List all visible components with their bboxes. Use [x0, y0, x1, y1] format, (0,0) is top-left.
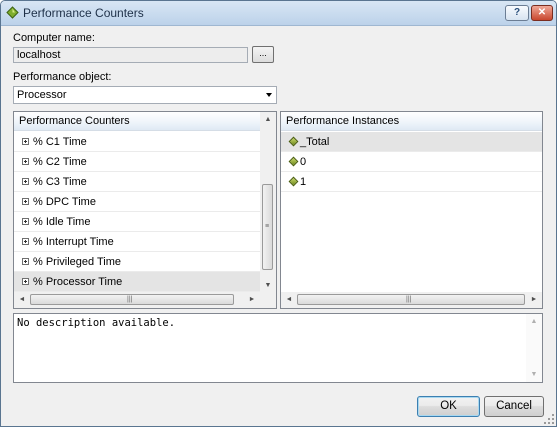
expand-plus-icon[interactable]	[22, 178, 29, 185]
description-text: No description available.	[17, 317, 176, 329]
expand-plus-icon[interactable]	[22, 198, 29, 205]
scroll-right-icon[interactable]: ►	[244, 296, 260, 304]
performance-object-label: Performance object:	[13, 71, 112, 83]
counters-header: Performance Counters	[14, 112, 276, 131]
close-icon: ✕	[537, 7, 547, 18]
counter-item-label: % Idle Time	[33, 216, 91, 228]
counters-horizontal-scrollbar[interactable]: ◄ ||| ►	[14, 292, 260, 308]
help-icon: ?	[513, 7, 521, 18]
title-bar[interactable]: Performance Counters ? ✕	[1, 1, 556, 26]
counter-item[interactable]: % DPC Time	[14, 192, 260, 212]
scroll-up-icon[interactable]: ▲	[526, 318, 542, 326]
counters-rows: % C1 Time % C2 Time % C3 Time % DPC Time % I…	[14, 132, 260, 292]
counter-item[interactable]: % Privileged Time	[14, 252, 260, 272]
computer-name-label: Computer name:	[13, 32, 95, 44]
expand-plus-icon[interactable]	[22, 158, 29, 165]
instances-horizontal-thumb[interactable]: |||	[297, 294, 525, 305]
counters-horizontal-thumb[interactable]: |||	[30, 294, 234, 305]
counter-item-label: % Interrupt Time	[33, 236, 114, 248]
computer-name-field[interactable]: localhost	[13, 47, 248, 63]
instance-item[interactable]: _Total	[281, 132, 542, 152]
expand-plus-icon[interactable]	[22, 218, 29, 225]
ellipsis-icon: ...	[259, 48, 267, 58]
scroll-corner	[260, 292, 276, 308]
scroll-right-icon[interactable]: ►	[526, 296, 542, 304]
counter-item-label: % DPC Time	[33, 196, 96, 208]
scroll-up-icon[interactable]: ▲	[260, 116, 276, 124]
counter-item[interactable]: % Idle Time	[14, 212, 260, 232]
resize-grip-icon[interactable]	[544, 414, 554, 424]
instance-diamond-icon	[288, 176, 299, 187]
grip-icon: ≡	[265, 223, 270, 230]
window-title: Performance Counters	[23, 6, 144, 20]
counter-item[interactable]: % Interrupt Time	[14, 232, 260, 252]
app-icon	[6, 6, 19, 19]
instances-horizontal-scrollbar[interactable]: ◄ ||| ►	[281, 292, 542, 308]
counter-item[interactable]: % C2 Time	[14, 152, 260, 172]
instances-list: Performance Instances _Total 0 1 ◄ ||| ►	[280, 111, 543, 309]
expand-plus-icon[interactable]	[22, 138, 29, 145]
cancel-button[interactable]: Cancel	[484, 396, 544, 417]
scroll-left-icon[interactable]: ◄	[14, 296, 30, 304]
instances-rows: _Total 0 1	[281, 132, 542, 192]
instance-item-label: 0	[300, 156, 307, 168]
grip-icon: |||	[127, 296, 133, 303]
instance-diamond-icon	[288, 156, 299, 167]
expand-plus-icon[interactable]	[22, 278, 29, 285]
counter-item-label: % Processor Time	[33, 276, 123, 288]
chevron-down-icon	[266, 93, 272, 97]
instances-header: Performance Instances	[281, 112, 542, 131]
expand-plus-icon[interactable]	[22, 258, 29, 265]
instance-item[interactable]: 0	[281, 152, 542, 172]
description-box[interactable]: No description available. ▲ ▼	[13, 313, 543, 383]
counter-item-label: % C1 Time	[33, 136, 87, 148]
counters-list: Performance Counters % C1 Time % C2 Time%…	[13, 111, 277, 309]
counter-item[interactable]: % C1 Time	[14, 132, 260, 152]
counter-item[interactable]: % Processor Time	[14, 272, 260, 292]
scroll-left-icon[interactable]: ◄	[281, 296, 297, 304]
expand-plus-icon[interactable]	[22, 238, 29, 245]
counter-item-label: % C2 Time	[33, 156, 87, 168]
grip-icon: |||	[406, 296, 412, 303]
performance-object-select[interactable]: Processor	[13, 86, 277, 104]
ok-button[interactable]: OK	[417, 396, 480, 417]
counter-item[interactable]: % C3 Time	[14, 172, 260, 192]
instance-item-label: 1	[300, 176, 307, 188]
counters-vertical-scrollbar[interactable]: ▲ ≡ ▼	[260, 112, 276, 292]
performance-object-value: Processor	[17, 89, 67, 101]
counters-vertical-thumb[interactable]: ≡	[262, 184, 273, 270]
instance-diamond-icon	[288, 136, 299, 147]
scroll-down-icon[interactable]: ▼	[260, 282, 276, 290]
close-button[interactable]: ✕	[531, 5, 553, 21]
instance-item[interactable]: 1	[281, 172, 542, 192]
instance-item-label: _Total	[300, 136, 330, 148]
counter-item-label: % Privileged Time	[33, 256, 122, 268]
scroll-down-icon[interactable]: ▼	[526, 371, 542, 379]
counter-item-label: % C3 Time	[33, 176, 87, 188]
browse-computer-button[interactable]: ...	[252, 46, 274, 63]
description-vertical-scrollbar[interactable]: ▲ ▼	[526, 314, 542, 382]
help-button[interactable]: ?	[505, 5, 529, 21]
performance-counters-dialog: Performance Counters ? ✕ Computer name: …	[0, 0, 557, 427]
